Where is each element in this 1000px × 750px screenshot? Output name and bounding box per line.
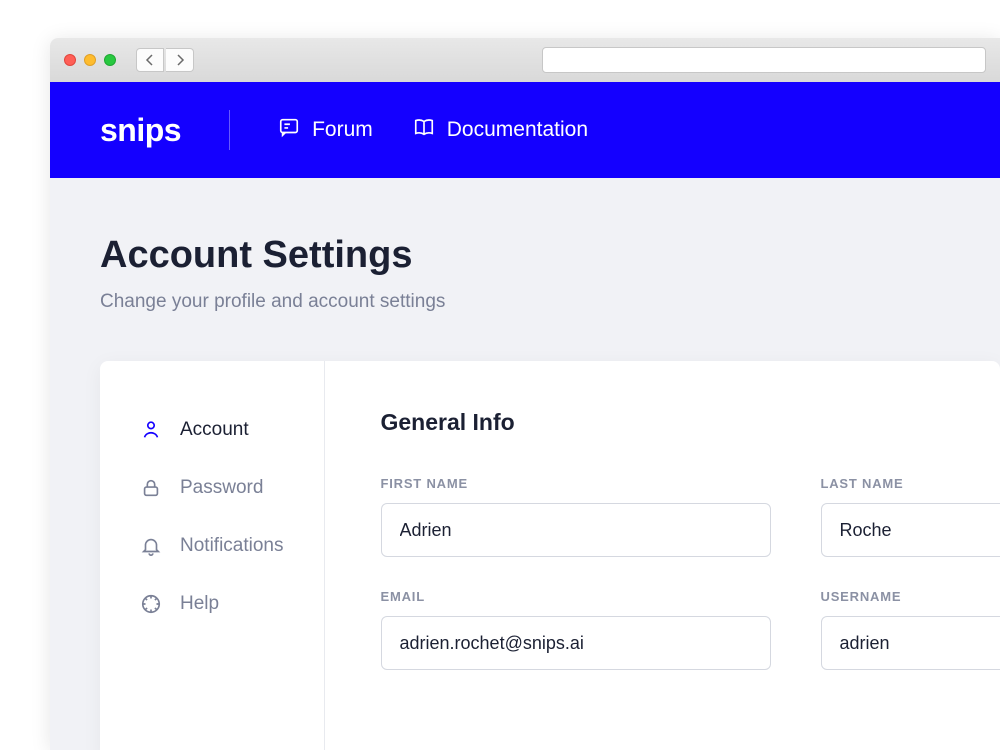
email-input[interactable] [381, 616, 771, 670]
user-icon [140, 419, 162, 441]
field-first-name: FIRST NAME [381, 476, 771, 557]
close-window-button[interactable] [64, 54, 76, 66]
page-subtitle: Change your profile and account settings [100, 291, 1000, 313]
back-button[interactable] [136, 48, 164, 72]
page-title: Account Settings [100, 234, 1000, 277]
maximize-window-button[interactable] [104, 54, 116, 66]
settings-main: General Info FIRST NAME LAST NAME EMAIL [325, 361, 1000, 750]
forum-icon [278, 116, 300, 144]
form-row-name: FIRST NAME LAST NAME [381, 476, 1000, 557]
first-name-label: FIRST NAME [381, 476, 771, 491]
browser-nav-buttons [136, 48, 194, 72]
sidebar-item-password[interactable]: Password [100, 459, 324, 517]
nav-divider [229, 110, 230, 150]
first-name-input[interactable] [381, 503, 771, 557]
section-title: General Info [381, 409, 1000, 436]
nav-forum-label: Forum [312, 118, 373, 142]
address-bar[interactable] [542, 47, 986, 73]
sidebar-item-account[interactable]: Account [100, 401, 324, 459]
nav-documentation[interactable]: Documentation [413, 116, 588, 144]
nav-documentation-label: Documentation [447, 118, 588, 142]
browser-titlebar [50, 38, 1000, 82]
last-name-label: LAST NAME [821, 476, 1000, 491]
sidebar-item-label: Password [180, 477, 263, 499]
page-content: Account Settings Change your profile and… [50, 178, 1000, 750]
settings-sidebar: Account Password Notifications [100, 361, 325, 750]
forward-button[interactable] [166, 48, 194, 72]
settings-panel: Account Password Notifications [100, 361, 1000, 750]
field-last-name: LAST NAME [821, 476, 1000, 557]
sidebar-item-label: Account [180, 419, 249, 441]
field-username: USERNAME [821, 589, 1000, 670]
top-nav: snips Forum Documentation [50, 82, 1000, 178]
last-name-input[interactable] [821, 503, 1000, 557]
sidebar-item-label: Help [180, 593, 219, 615]
username-label: USERNAME [821, 589, 1000, 604]
field-email: EMAIL [381, 589, 771, 670]
username-input[interactable] [821, 616, 1000, 670]
email-label: EMAIL [381, 589, 771, 604]
book-icon [413, 116, 435, 144]
browser-window: snips Forum Documentation Account Settin… [50, 38, 1000, 750]
brand-logo[interactable]: snips [100, 112, 181, 149]
lock-icon [140, 477, 162, 499]
window-controls [64, 54, 116, 66]
sidebar-item-notifications[interactable]: Notifications [100, 517, 324, 575]
help-icon [140, 593, 162, 615]
form-row-account: EMAIL USERNAME [381, 589, 1000, 670]
bell-icon [140, 535, 162, 557]
minimize-window-button[interactable] [84, 54, 96, 66]
sidebar-item-label: Notifications [180, 535, 284, 557]
sidebar-item-help[interactable]: Help [100, 575, 324, 633]
nav-forum[interactable]: Forum [278, 116, 373, 144]
